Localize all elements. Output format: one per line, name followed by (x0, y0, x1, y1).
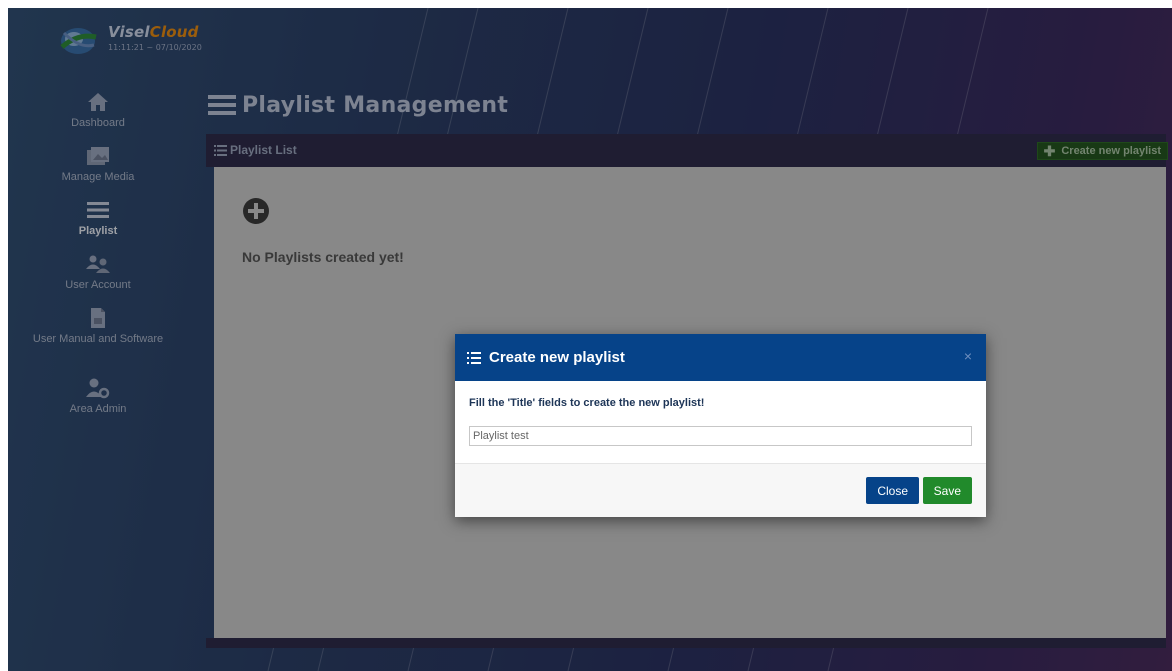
page-title: Playlist Management (208, 90, 508, 120)
panel-footer-bar (206, 638, 1166, 648)
empty-state-message: No Playlists created yet! (242, 249, 404, 265)
sidebar-item-playlist[interactable]: Playlist (8, 198, 188, 252)
modal-title: Create new playlist (489, 349, 625, 366)
sidebar-item-area-admin[interactable]: Area Admin (8, 376, 188, 430)
bars-icon (85, 198, 111, 222)
file-icon (85, 306, 111, 330)
brand[interactable]: ViselCloud 11:11:21 ~ 07/10/2020 (58, 23, 202, 63)
users-icon (85, 252, 111, 276)
modal-body: Fill the 'Title' fields to create the ne… (455, 381, 986, 463)
create-new-playlist-button[interactable]: ✚ Create new playlist (1036, 142, 1168, 160)
sidebar-item-label: Manage Media (61, 171, 135, 183)
panel-title-text: Playlist List (230, 143, 297, 157)
sidebar-item-user-manual[interactable]: User Manual and Software (8, 306, 188, 376)
sidebar-item-dashboard[interactable]: Dashboard (8, 90, 188, 144)
list-icon (214, 144, 227, 156)
page-title-text: Playlist Management (242, 92, 509, 118)
sidebar-item-label: User Manual and Software (32, 333, 164, 345)
bars-icon (208, 95, 236, 115)
panel-header: Playlist List ✚ Create new playlist (206, 134, 1168, 167)
brand-name: ViselCloud (108, 23, 199, 41)
modal-header: Create new playlist × (455, 334, 986, 381)
images-icon (85, 144, 111, 168)
close-icon[interactable]: × (964, 348, 972, 364)
create-playlist-modal: Create new playlist × Fill the 'Title' f… (455, 334, 986, 517)
create-new-playlist-label: Create new playlist (1061, 145, 1161, 157)
clock: 11:11:21 ~ 07/10/2020 (108, 43, 202, 52)
playlist-title-input[interactable] (469, 426, 972, 446)
plus-icon: ✚ (1043, 142, 1056, 159)
list-icon (467, 351, 481, 364)
close-button[interactable]: Close (866, 477, 919, 504)
sidebar-item-label: Dashboard (71, 117, 125, 129)
sidebar-item-manage-media[interactable]: Manage Media (8, 144, 188, 198)
sidebar-item-label: Playlist (78, 225, 118, 237)
modal-instruction: Fill the 'Title' fields to create the ne… (469, 397, 705, 409)
sidebar: Dashboard Manage Media Playlist User Acc… (8, 90, 188, 430)
save-button[interactable]: Save (922, 477, 972, 504)
visel-logo (60, 28, 97, 54)
sidebar-item-label: Area Admin (69, 403, 127, 415)
home-icon (85, 90, 111, 114)
plus-circle-icon[interactable] (242, 197, 270, 225)
modal-footer: Close Save (455, 463, 986, 517)
sidebar-item-label: User Account (65, 279, 131, 291)
sidebar-item-user-account[interactable]: User Account (8, 252, 188, 306)
user-gear-icon (85, 376, 111, 400)
panel-title: Playlist List (214, 143, 297, 157)
